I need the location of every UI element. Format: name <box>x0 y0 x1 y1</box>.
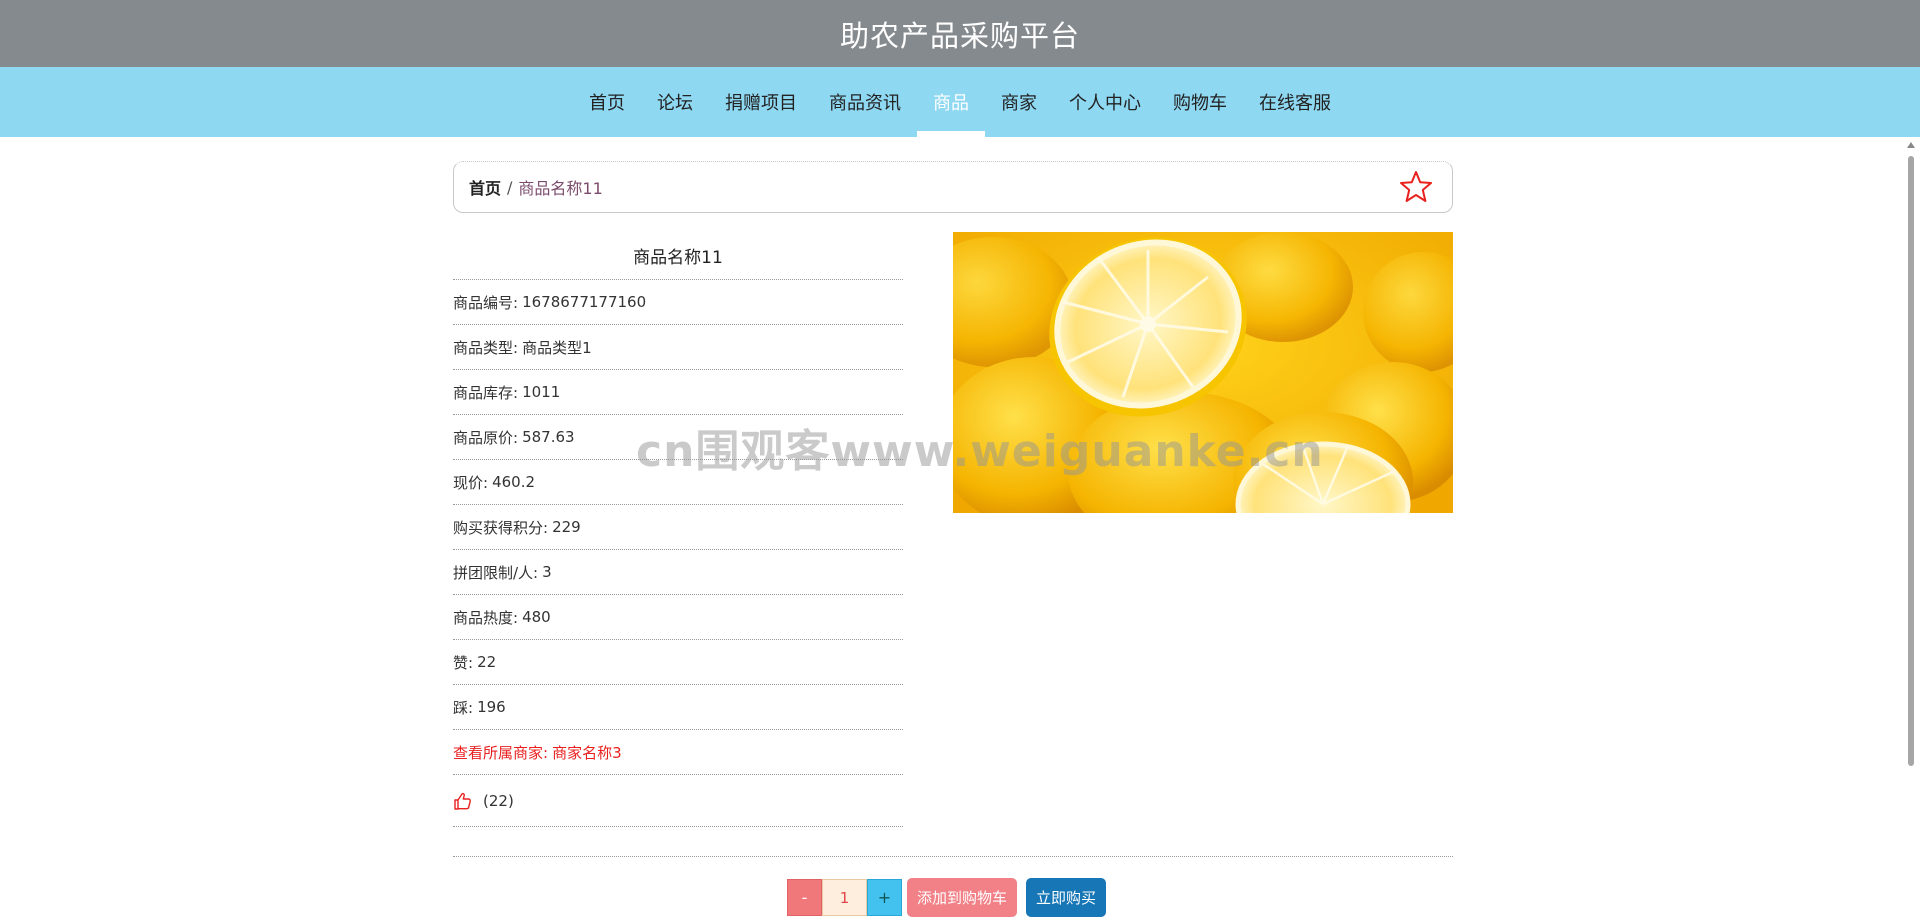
thumbs-up-icon[interactable] <box>453 791 473 811</box>
scroll-up-arrow-icon[interactable] <box>1907 142 1915 148</box>
info-label: 现价: <box>453 473 489 492</box>
nav-item-donation[interactable]: 捐赠项目 <box>709 67 813 137</box>
star-outline-icon[interactable] <box>1398 169 1434 205</box>
info-row-dislikes: 踩: 196 <box>453 685 903 730</box>
scroll-thumb[interactable] <box>1908 156 1914 766</box>
info-value: 3 <box>542 563 552 581</box>
info-label: 商品库存: <box>453 383 519 402</box>
product-image <box>953 232 1453 513</box>
like-count: (22) <box>483 791 514 810</box>
nav-item-customer-service[interactable]: 在线客服 <box>1243 67 1347 137</box>
breadcrumb: 首页 / 商品名称11 <box>453 161 1453 213</box>
info-label: 赞: <box>453 653 474 672</box>
nav-item-personal-center[interactable]: 个人中心 <box>1053 67 1157 137</box>
page-scrollbar[interactable] <box>1906 142 1916 919</box>
quantity-input[interactable] <box>822 879 867 916</box>
nav-item-forum[interactable]: 论坛 <box>641 67 709 137</box>
info-row-points: 购买获得积分: 229 <box>453 505 903 550</box>
info-row-product-type: 商品类型: 商品类型1 <box>453 325 903 370</box>
nav-item-cart[interactable]: 购物车 <box>1157 67 1243 137</box>
product-info: 商品名称11 商品编号: 1678677177160 商品类型: 商品类型1 商… <box>453 232 903 827</box>
info-value: 1011 <box>522 383 561 401</box>
info-row-original-price: 商品原价: 587.63 <box>453 415 903 460</box>
title-bar: 助农产品采购平台 <box>0 0 1920 67</box>
info-value: 460.2 <box>492 473 536 491</box>
like-row: (22) <box>453 775 903 827</box>
info-label: 购买获得积分: <box>453 518 549 537</box>
quantity-increase-button[interactable]: + <box>867 879 902 916</box>
lemon-photo <box>953 232 1453 513</box>
purchase-actions: - + 添加到购物车 立即购买 <box>787 878 1107 917</box>
nav-item-home[interactable]: 首页 <box>573 67 641 137</box>
buy-now-button[interactable]: 立即购买 <box>1026 878 1107 917</box>
merchant-label: 查看所属商家: <box>453 743 549 762</box>
info-label: 踩: <box>453 698 474 717</box>
breadcrumb-current: 商品名称11 <box>518 179 603 198</box>
info-label: 拼团限制/人: <box>453 563 539 582</box>
nav-item-merchants[interactable]: 商家 <box>985 67 1053 137</box>
nav-item-products[interactable]: 商品 <box>917 67 985 137</box>
merchant-name: 商家名称3 <box>552 743 622 762</box>
info-row-current-price: 现价: 460.2 <box>453 460 903 505</box>
main-nav: 首页 论坛 捐赠项目 商品资讯 商品 商家 个人中心 购物车 在线客服 <box>0 67 1920 137</box>
info-value: 196 <box>477 698 506 716</box>
info-value: 商品类型1 <box>522 338 592 357</box>
site-title: 助农产品采购平台 <box>839 18 1080 53</box>
info-label: 商品热度: <box>453 608 519 627</box>
add-to-cart-button[interactable]: 添加到购物车 <box>907 878 1018 917</box>
info-value: 480 <box>522 608 551 626</box>
breadcrumb-separator: / <box>507 177 513 197</box>
info-value: 22 <box>477 653 497 671</box>
info-row-popularity: 商品热度: 480 <box>453 595 903 640</box>
info-row-product-id: 商品编号: 1678677177160 <box>453 280 903 325</box>
info-value: 229 <box>552 518 581 536</box>
info-label: 商品类型: <box>453 338 519 357</box>
quantity-decrease-button[interactable]: - <box>787 879 822 916</box>
info-row-stock: 商品库存: 1011 <box>453 370 903 415</box>
info-value: 587.63 <box>522 428 575 446</box>
info-row-likes: 赞: 22 <box>453 640 903 685</box>
info-label: 商品原价: <box>453 428 519 447</box>
action-divider <box>453 856 1453 857</box>
info-label: 商品编号: <box>453 293 519 312</box>
info-value: 1678677177160 <box>522 293 647 311</box>
breadcrumb-home[interactable]: 首页 <box>469 175 501 199</box>
product-name: 商品名称11 <box>453 232 903 280</box>
nav-item-product-news[interactable]: 商品资讯 <box>813 67 917 137</box>
merchant-link[interactable]: 查看所属商家: 商家名称3 <box>453 730 903 775</box>
info-row-group-limit: 拼团限制/人: 3 <box>453 550 903 595</box>
